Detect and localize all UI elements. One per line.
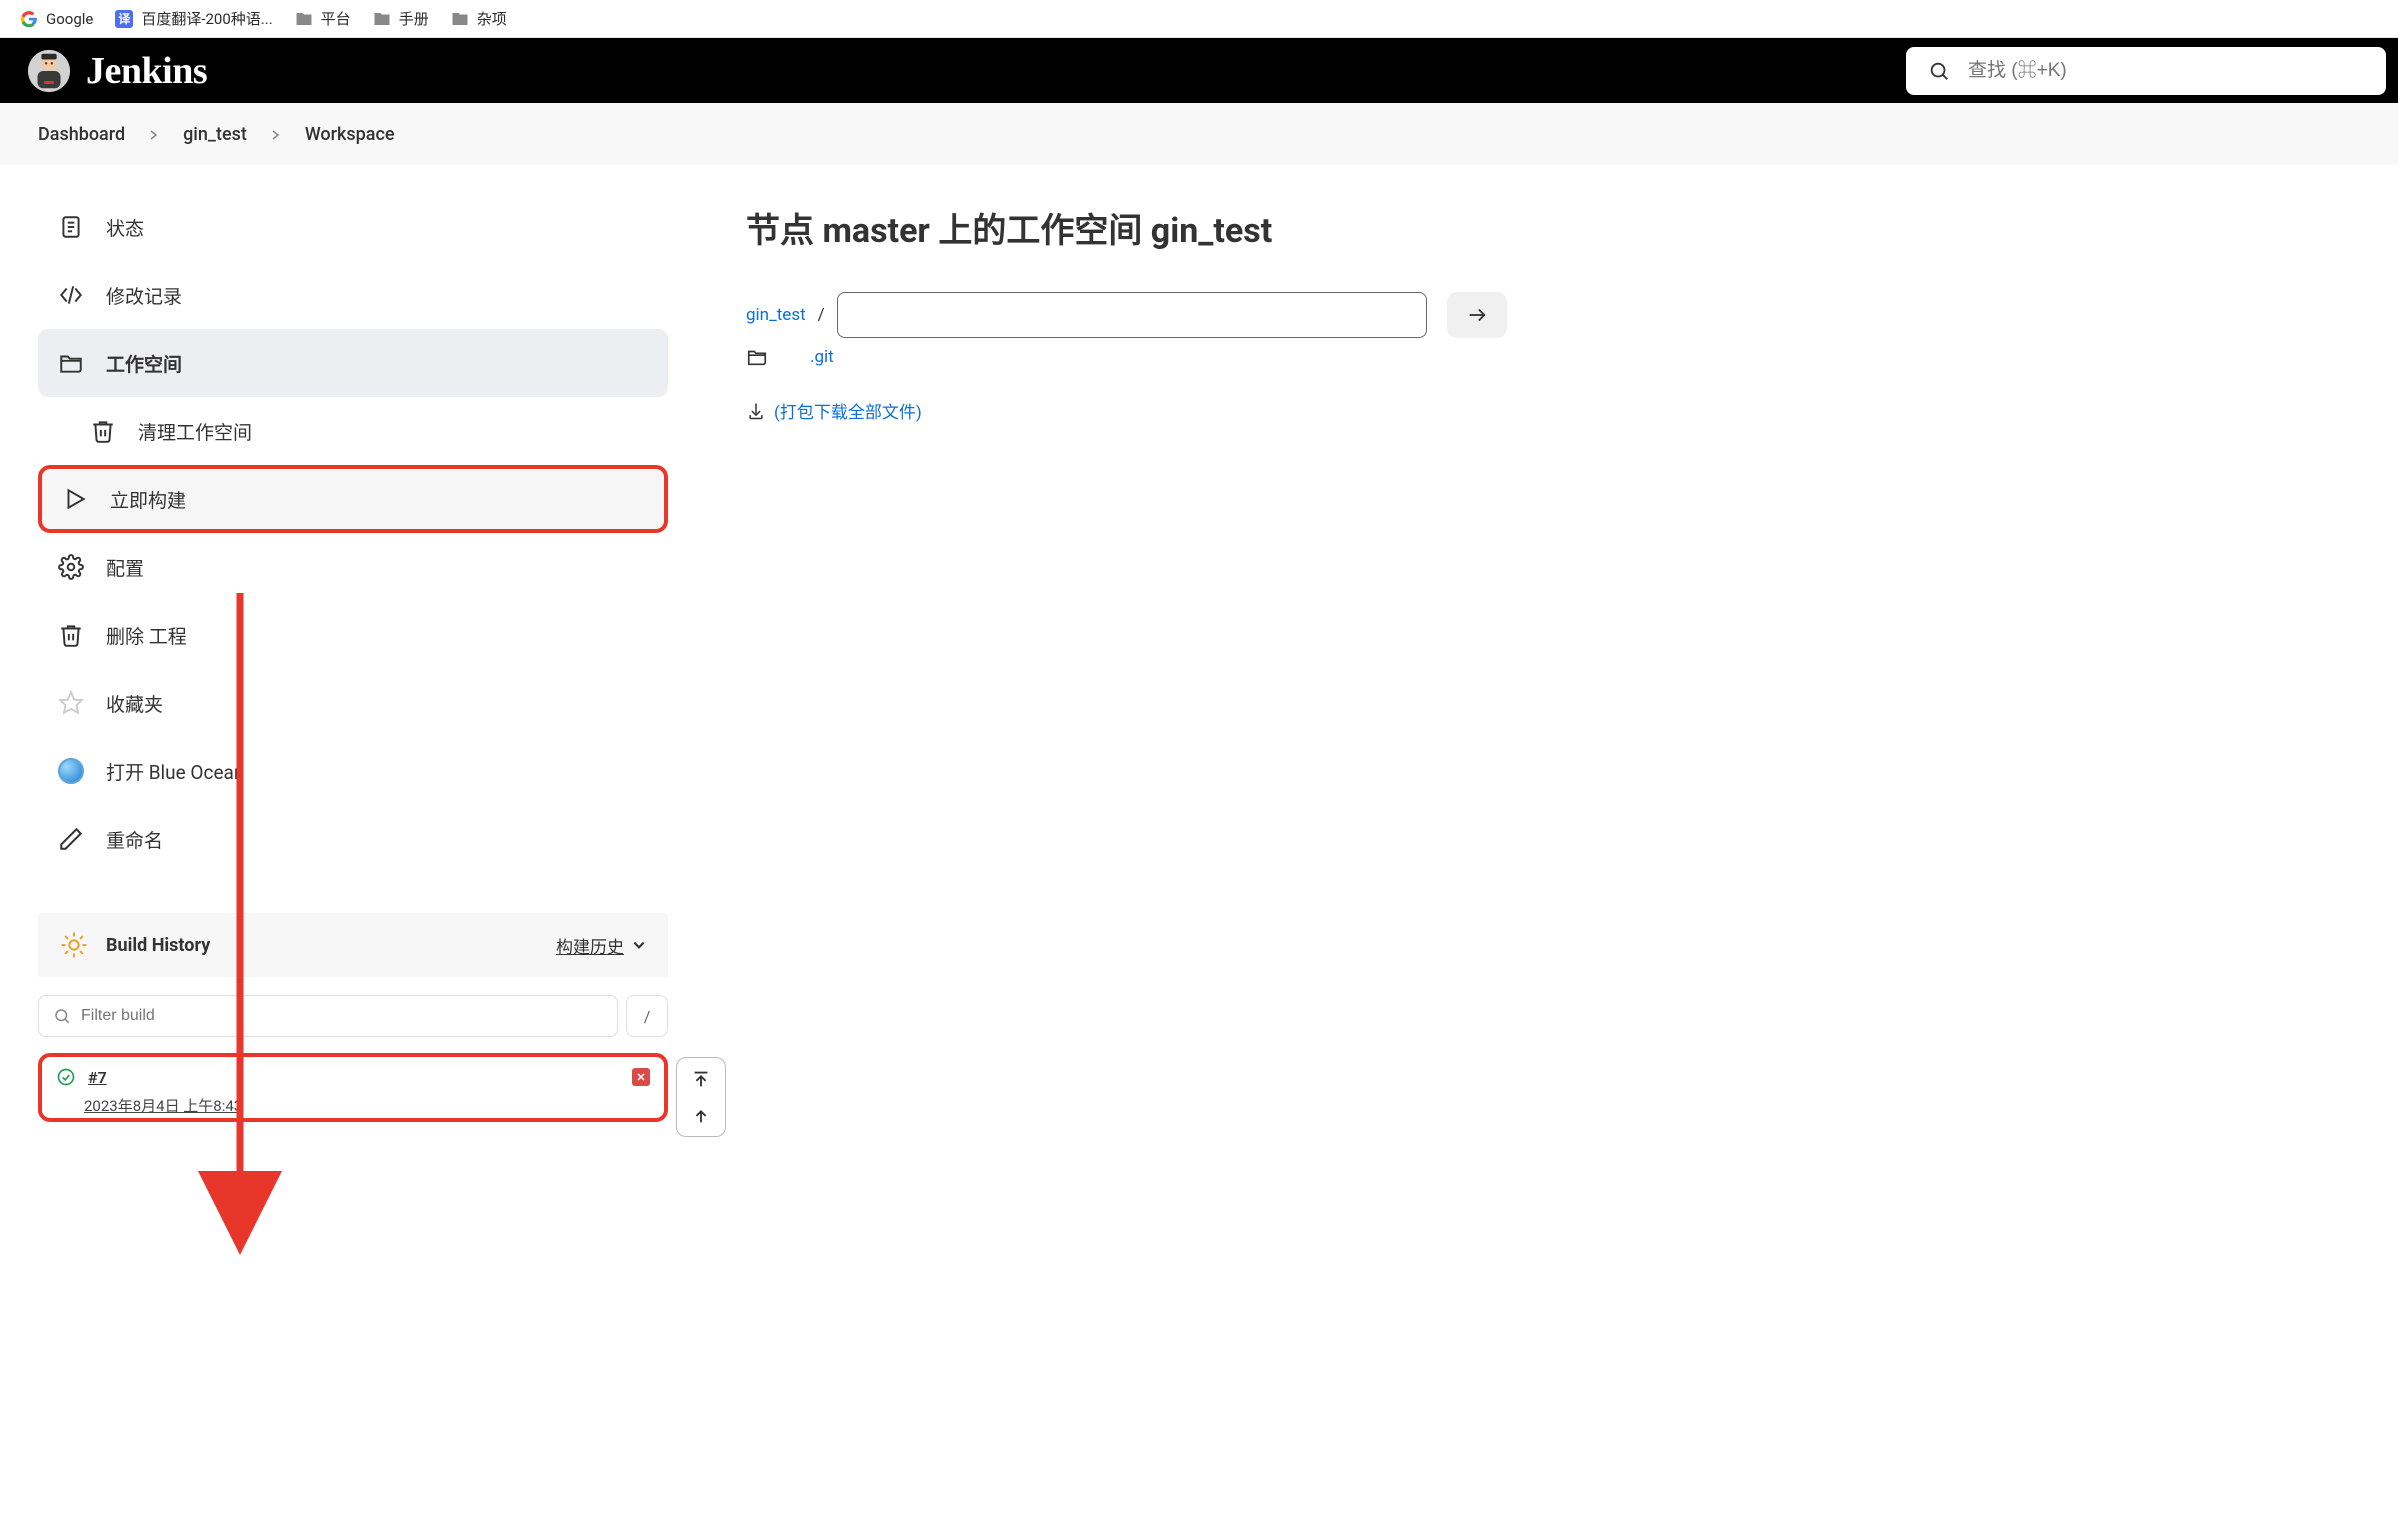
trash-icon bbox=[90, 418, 116, 444]
bookmark-folder-manual[interactable]: 手册 bbox=[373, 8, 429, 29]
bookmark-label: 百度翻译-200种语... bbox=[141, 8, 272, 29]
gear-icon bbox=[58, 554, 84, 580]
bookmark-label: 手册 bbox=[399, 8, 429, 29]
sidebar-item-label: 收藏夹 bbox=[106, 690, 163, 717]
build-date[interactable]: 2023年8月4日 上午8:43 bbox=[84, 1095, 650, 1116]
google-icon bbox=[20, 10, 38, 28]
translate-icon: 译 bbox=[115, 10, 133, 28]
code-icon bbox=[58, 282, 84, 308]
sidebar-item-label: 打开 Blue Ocean bbox=[106, 758, 244, 785]
sidebar-item-workspace[interactable]: 工作空间 bbox=[38, 329, 668, 397]
chevron-down-icon bbox=[632, 938, 646, 952]
sidebar-item-build-now[interactable]: 立即构建 bbox=[38, 465, 668, 533]
play-icon bbox=[62, 486, 88, 512]
search-input[interactable] bbox=[1968, 60, 2364, 82]
sidebar-item-rename[interactable]: 重命名 bbox=[38, 805, 668, 873]
breadcrumb-workspace[interactable]: Workspace bbox=[305, 124, 395, 145]
sidebar-item-blue-ocean[interactable]: 打开 Blue Ocean bbox=[38, 737, 668, 805]
chevron-right-icon bbox=[149, 124, 159, 145]
sidebar: 状态 修改记录 工作空间 清理工作空间 立即构建 配置 删除 工程 bbox=[0, 193, 690, 1122]
search-box[interactable] bbox=[1906, 47, 2386, 95]
page-title: 节点 master 上的工作空间 gin_test bbox=[746, 203, 2358, 252]
download-icon bbox=[746, 401, 766, 421]
sun-icon bbox=[60, 931, 88, 959]
blue-ocean-icon bbox=[58, 758, 84, 784]
workspace-path-row: gin_test / bbox=[746, 292, 2358, 338]
sidebar-item-label: 立即构建 bbox=[110, 486, 186, 513]
bookmark-folder-platform[interactable]: 平台 bbox=[295, 8, 351, 29]
bookmark-baidu-translate[interactable]: 译 百度翻译-200种语... bbox=[115, 8, 272, 29]
arrow-up-icon bbox=[690, 1104, 712, 1126]
bookmark-google[interactable]: Google bbox=[20, 10, 93, 28]
search-icon bbox=[53, 1007, 71, 1025]
sidebar-item-configure[interactable]: 配置 bbox=[38, 533, 668, 601]
jenkins-icon bbox=[26, 48, 72, 94]
path-separator: / bbox=[818, 305, 825, 325]
breadcrumb-dashboard[interactable]: Dashboard bbox=[38, 124, 125, 145]
build-filter-row: / bbox=[38, 995, 668, 1037]
sidebar-item-label: 配置 bbox=[106, 554, 144, 581]
breadcrumb-project[interactable]: gin_test bbox=[183, 124, 247, 145]
project-path-link[interactable]: gin_test bbox=[746, 305, 806, 325]
filter-shortcut-key: / bbox=[626, 995, 668, 1037]
main-content: 节点 master 上的工作空间 gin_test gin_test / .gi… bbox=[690, 193, 2398, 1122]
build-history-title: Build History bbox=[106, 935, 538, 956]
sidebar-item-delete-project[interactable]: 删除 工程 bbox=[38, 601, 668, 669]
star-icon bbox=[58, 690, 84, 716]
chevron-right-icon bbox=[271, 124, 281, 145]
search-icon bbox=[1928, 60, 1950, 82]
bookmarks-bar: Google 译 百度翻译-200种语... 平台 手册 杂项 bbox=[0, 0, 2398, 38]
build-history-link[interactable]: 构建历史 bbox=[556, 933, 646, 958]
arrow-right-icon bbox=[1466, 304, 1488, 326]
bookmark-folder-misc[interactable]: 杂项 bbox=[451, 8, 507, 29]
page-icon bbox=[58, 214, 84, 240]
download-all-row: (打包下载全部文件) bbox=[746, 398, 2358, 423]
sidebar-item-clean-workspace[interactable]: 清理工作空间 bbox=[38, 397, 668, 465]
git-folder-link[interactable]: .git bbox=[810, 347, 834, 367]
folder-icon bbox=[58, 350, 84, 376]
sidebar-item-label: 工作空间 bbox=[106, 350, 182, 377]
folder-icon bbox=[746, 346, 768, 368]
sidebar-item-label: 修改记录 bbox=[106, 282, 182, 309]
jenkins-logo-link[interactable]: Jenkins bbox=[26, 48, 207, 94]
folder-icon bbox=[373, 10, 391, 28]
brand-text: Jenkins bbox=[86, 49, 207, 93]
pencil-icon bbox=[58, 826, 84, 852]
delete-build-icon[interactable]: ✕ bbox=[632, 1068, 650, 1086]
build-row[interactable]: #7 ✕ bbox=[56, 1067, 650, 1087]
download-all-link[interactable]: (打包下载全部文件) bbox=[774, 398, 922, 423]
sidebar-item-label: 重命名 bbox=[106, 826, 163, 853]
check-circle-icon bbox=[56, 1067, 76, 1087]
build-filter[interactable] bbox=[38, 995, 618, 1037]
build-history-latest: #7 ✕ 2023年8月4日 上午8:43 bbox=[38, 1053, 668, 1122]
build-number[interactable]: #7 bbox=[88, 1068, 107, 1087]
build-history-header: Build History 构建历史 bbox=[38, 913, 668, 977]
bookmark-label: Google bbox=[46, 10, 93, 28]
sidebar-item-favorites[interactable]: 收藏夹 bbox=[38, 669, 668, 737]
folder-icon bbox=[451, 10, 469, 28]
bookmark-label: 平台 bbox=[321, 8, 351, 29]
path-go-button[interactable] bbox=[1447, 292, 1507, 338]
trash-icon bbox=[58, 622, 84, 648]
sidebar-item-status[interactable]: 状态 bbox=[38, 193, 668, 261]
bookmark-label: 杂项 bbox=[477, 8, 507, 29]
sidebar-item-changes[interactable]: 修改记录 bbox=[38, 261, 668, 329]
directory-row: .git bbox=[746, 346, 2358, 368]
sidebar-item-label: 清理工作空间 bbox=[138, 418, 252, 445]
scroll-control[interactable] bbox=[676, 1057, 726, 1137]
folder-icon bbox=[295, 10, 313, 28]
path-input[interactable] bbox=[837, 292, 1427, 338]
sidebar-item-label: 删除 工程 bbox=[106, 622, 187, 649]
breadcrumb: Dashboard gin_test Workspace bbox=[0, 103, 2398, 165]
build-filter-input[interactable] bbox=[81, 1007, 603, 1025]
topbar: Jenkins bbox=[0, 38, 2398, 103]
scroll-top-icon bbox=[690, 1068, 712, 1090]
sidebar-item-label: 状态 bbox=[106, 214, 144, 241]
